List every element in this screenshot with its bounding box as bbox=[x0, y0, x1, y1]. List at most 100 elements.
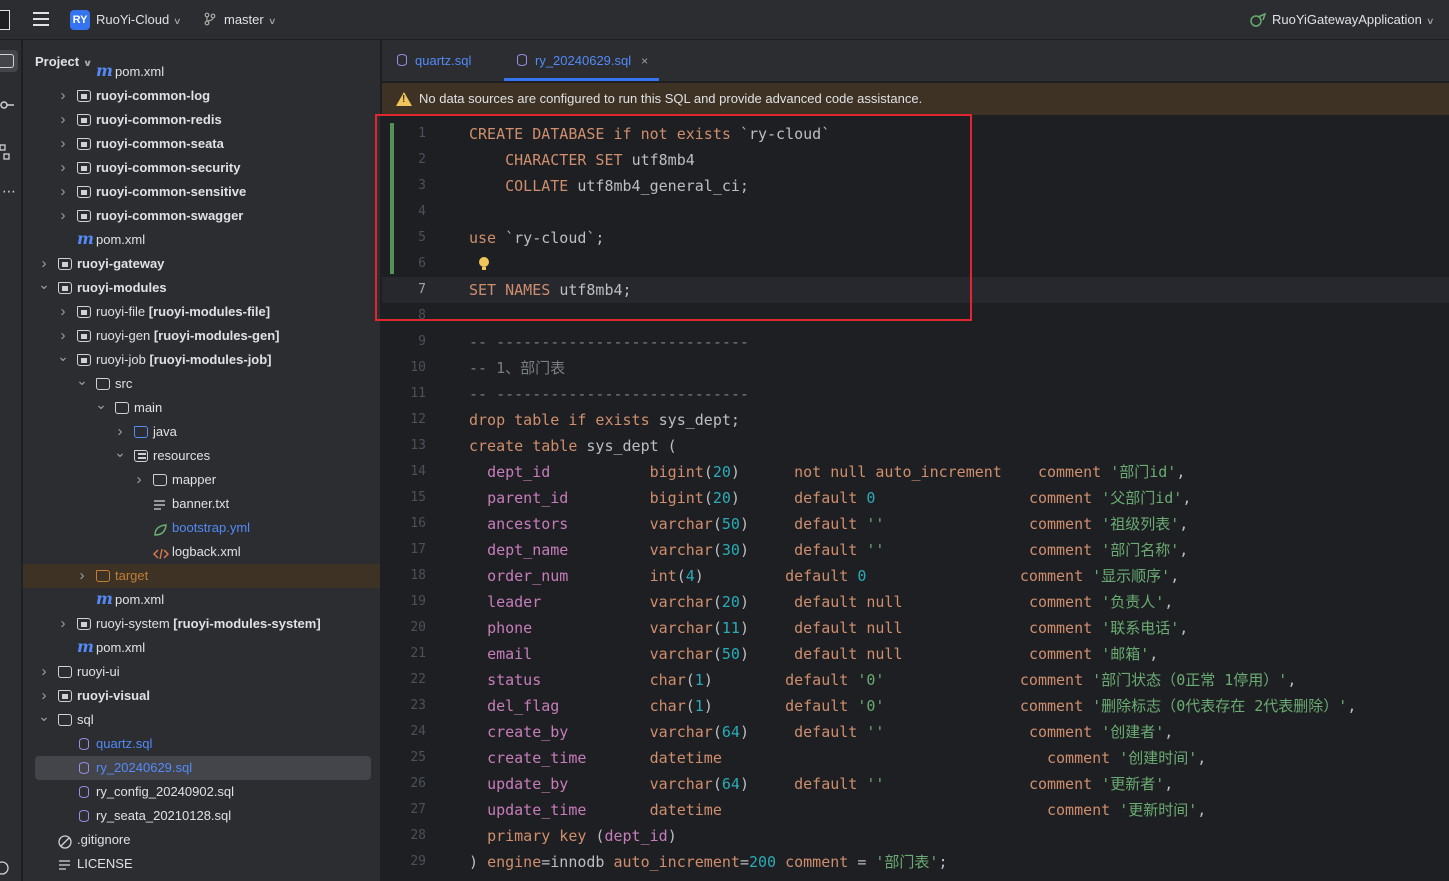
code-line[interactable]: 3 COLLATE utf8mb4_general_ci; bbox=[382, 173, 1449, 199]
code-line[interactable]: 11 -- ---------------------------- bbox=[382, 381, 1449, 407]
code-line[interactable]: 19 leader varchar(20) default null comme… bbox=[382, 589, 1449, 615]
chevron-right-icon[interactable]: › bbox=[57, 180, 69, 204]
code-line[interactable]: 8 bbox=[382, 303, 1449, 329]
tree-item[interactable]: › ruoyi-common-log bbox=[23, 84, 371, 108]
code-line[interactable]: 17 dept_name varchar(30) default '' comm… bbox=[382, 537, 1449, 563]
main-menu-icon[interactable] bbox=[33, 12, 49, 26]
tree-item[interactable]: ⌄ sql bbox=[23, 708, 371, 732]
code-line[interactable]: 22 status char(1) default '0' comment '部… bbox=[382, 667, 1449, 693]
chevron-right-icon[interactable]: › bbox=[38, 660, 50, 684]
tree-item[interactable]: m pom.xml bbox=[23, 60, 371, 84]
code-line[interactable]: 20 phone varchar(11) default null commen… bbox=[382, 615, 1449, 641]
tree-item[interactable]: › java bbox=[23, 420, 371, 444]
chevron-down-icon[interactable]: ⌄ bbox=[38, 276, 50, 292]
chevron-right-icon[interactable]: › bbox=[76, 564, 88, 588]
code-line[interactable]: 23 del_flag char(1) default '0' comment … bbox=[382, 693, 1449, 719]
tree-item[interactable]: ⌄ resources bbox=[23, 444, 371, 468]
tree-item[interactable]: quartz.sql bbox=[23, 732, 371, 756]
run-config-selector[interactable]: RuoYiGatewayApplication ∨ bbox=[1272, 12, 1434, 27]
chevron-down-icon[interactable]: ⌄ bbox=[38, 708, 50, 724]
code-line[interactable]: 1 CREATE DATABASE if not exists `ry-cloud… bbox=[382, 121, 1449, 147]
code-line[interactable]: 7 SET NAMES utf8mb4; bbox=[382, 277, 1449, 303]
git-branch-icon[interactable] bbox=[203, 12, 217, 29]
structure-icon[interactable] bbox=[0, 144, 12, 160]
chevron-down-icon[interactable]: ⌄ bbox=[114, 444, 126, 460]
chevron-right-icon[interactable]: › bbox=[114, 420, 126, 444]
close-icon[interactable]: × bbox=[641, 54, 648, 68]
tree-item[interactable]: › ruoyi-common-security bbox=[23, 156, 371, 180]
code-line[interactable]: 26 update_by varchar(64) default '' comm… bbox=[382, 771, 1449, 797]
code-line[interactable]: 29) engine=innodb auto_increment=200 com… bbox=[382, 849, 1449, 875]
tree-item[interactable]: › ruoyi-common-redis bbox=[23, 108, 371, 132]
tree-item[interactable]: › mapper bbox=[23, 468, 371, 492]
vcs-change-marker[interactable] bbox=[390, 123, 394, 274]
chevron-down-icon[interactable]: ⌄ bbox=[76, 372, 88, 388]
code-line[interactable]: 5 use `ry-cloud`; bbox=[382, 225, 1449, 251]
chevron-down-icon[interactable]: ⌄ bbox=[95, 396, 107, 412]
code-line[interactable]: 2 CHARACTER SET utf8mb4 bbox=[382, 147, 1449, 173]
more-tools-icon[interactable]: ⋯ bbox=[2, 184, 16, 198]
code-line[interactable]: 27 update_time datetime comment '更新时间', bbox=[382, 797, 1449, 823]
code-line[interactable]: 21 email varchar(50) default null commen… bbox=[382, 641, 1449, 667]
chevron-right-icon[interactable]: › bbox=[57, 324, 69, 348]
intention-bulb-icon[interactable] bbox=[479, 257, 489, 270]
run-configuration-icon[interactable] bbox=[1249, 12, 1267, 28]
code-line[interactable]: 28 primary key (dept_id) bbox=[382, 823, 1449, 849]
tree-item[interactable]: › ruoyi-common-swagger bbox=[23, 204, 371, 228]
commit-icon[interactable] bbox=[0, 97, 14, 109]
tree-item[interactable]: › target bbox=[23, 564, 380, 588]
code-line[interactable]: 25 create_time datetime comment '创建时间', bbox=[382, 745, 1449, 771]
chevron-right-icon[interactable]: › bbox=[57, 84, 69, 108]
tree-item[interactable]: › ruoyi-common-sensitive bbox=[23, 180, 371, 204]
code-line[interactable]: 13 create table sys_dept ( bbox=[382, 433, 1449, 459]
tree-item[interactable]: › ruoyi-file [ruoyi-modules-file] bbox=[23, 300, 371, 324]
chevron-right-icon[interactable]: › bbox=[57, 300, 69, 324]
project-switcher[interactable]: RuoYi-Cloud ∨ bbox=[96, 12, 182, 27]
app-logo-icon[interactable] bbox=[0, 10, 10, 30]
tree-item[interactable]: ⌄ main bbox=[23, 396, 371, 420]
code-line[interactable]: 14 dept_id bigint(20) not null auto_incr… bbox=[382, 459, 1449, 485]
code-line[interactable]: 12 drop table if exists sys_dept; bbox=[382, 407, 1449, 433]
tree-item[interactable]: ⌄ ruoyi-modules bbox=[23, 276, 371, 300]
folder-icon[interactable] bbox=[0, 54, 14, 68]
code-line[interactable]: 4 bbox=[382, 199, 1449, 225]
chevron-right-icon[interactable]: › bbox=[57, 612, 69, 636]
tree-item[interactable]: .gitignore bbox=[23, 828, 371, 852]
tree-item[interactable]: logback.xml bbox=[23, 540, 371, 564]
code-line[interactable]: 9 -- ---------------------------- bbox=[382, 329, 1449, 355]
tree-item[interactable]: › ruoyi-common-seata bbox=[23, 132, 371, 156]
tree-item[interactable]: m pom.xml bbox=[23, 636, 371, 660]
tree-item[interactable]: › ruoyi-visual bbox=[23, 684, 371, 708]
project-badge[interactable]: RY bbox=[70, 10, 90, 30]
tab-quartz-sql[interactable]: quartz.sql bbox=[397, 40, 471, 82]
chevron-right-icon[interactable]: › bbox=[38, 684, 50, 708]
chevron-right-icon[interactable]: › bbox=[57, 108, 69, 132]
tree-item[interactable]: ry_seata_20210128.sql bbox=[23, 804, 371, 828]
chevron-right-icon[interactable]: › bbox=[57, 204, 69, 228]
tree-item[interactable]: ry_20240629.sql bbox=[35, 756, 371, 780]
code-line[interactable]: 10 -- 1、部门表 bbox=[382, 355, 1449, 381]
chevron-right-icon[interactable]: › bbox=[57, 156, 69, 180]
code-line[interactable]: 15 parent_id bigint(20) default 0 commen… bbox=[382, 485, 1449, 511]
code-line[interactable]: 18 order_num int(4) default 0 comment '显… bbox=[382, 563, 1449, 589]
chevron-right-icon[interactable]: › bbox=[133, 468, 145, 492]
tree-item[interactable]: m pom.xml bbox=[23, 588, 371, 612]
branch-switcher[interactable]: master ∨ bbox=[224, 12, 276, 27]
code-line[interactable]: 16 ancestors varchar(50) default '' comm… bbox=[382, 511, 1449, 537]
tree-item[interactable]: › ruoyi-gateway bbox=[23, 252, 371, 276]
tree-item[interactable]: LICENSE bbox=[23, 852, 371, 876]
code-line[interactable]: 6 bbox=[382, 251, 1449, 277]
tree-item[interactable]: banner.txt bbox=[23, 492, 371, 516]
chevron-right-icon[interactable]: › bbox=[57, 132, 69, 156]
tree-item[interactable]: › ruoyi-ui bbox=[23, 660, 371, 684]
tab-ry-20240629-sql[interactable]: ry_20240629.sql × bbox=[517, 40, 648, 82]
terminal-icon[interactable] bbox=[0, 860, 12, 876]
chevron-right-icon[interactable]: › bbox=[38, 252, 50, 276]
tree-item[interactable]: ⌄ ruoyi-job [ruoyi-modules-job] bbox=[23, 348, 371, 372]
code-editor[interactable]: 29) engine=innodb auto_increment=200 com… bbox=[382, 115, 1449, 881]
tree-item[interactable]: › ruoyi-gen [ruoyi-modules-gen] bbox=[23, 324, 371, 348]
tree-item[interactable]: ry_config_20240902.sql bbox=[23, 780, 371, 804]
tree-item[interactable]: m pom.xml bbox=[23, 228, 371, 252]
chevron-down-icon[interactable]: ⌄ bbox=[57, 348, 69, 364]
tree-item[interactable]: ⌄ src bbox=[23, 372, 371, 396]
